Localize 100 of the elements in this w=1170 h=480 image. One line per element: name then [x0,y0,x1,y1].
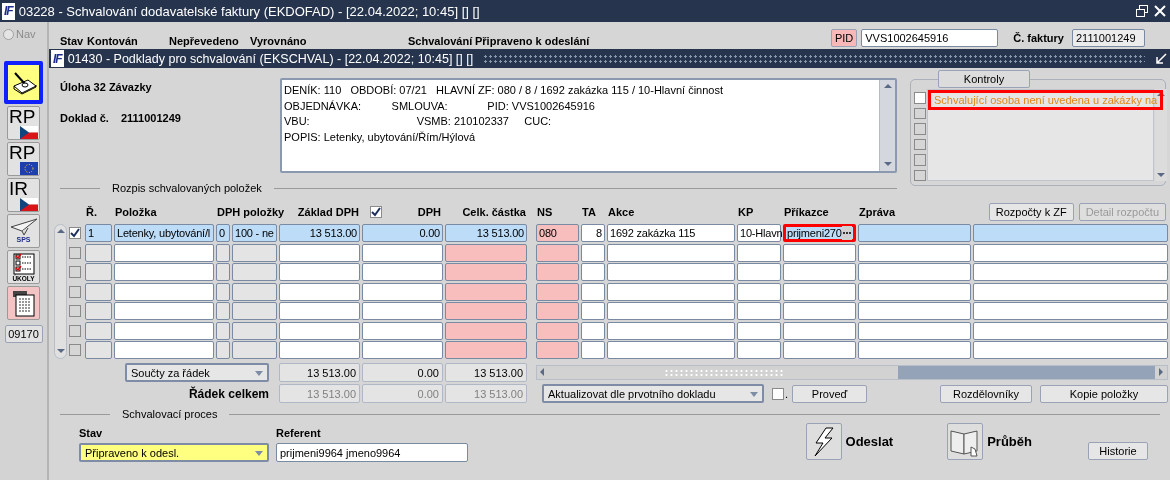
row-checkbox[interactable] [69,266,81,278]
table-cell[interactable] [973,243,1168,262]
info-text-area[interactable]: DENÍK: 110 OBDOBÍ: 07/21 HLAVNÍ ZF: 080 / 8 / 1692 zakázka 115 / 10-Hlavní činnost OBJEDNÁVKA: SMLOUVA: PID: VVS1002645916 VBU: VSMB: 210102337 CUC: POPIS: Letenky, ubytování/Řím/Hýlová [280,78,897,173]
table-cell[interactable] [973,341,1168,359]
table-cell[interactable] [232,282,277,301]
table-cell[interactable] [783,302,856,320]
table-cell[interactable] [581,282,605,301]
distribution-button[interactable]: Rozdělovníky [940,384,1032,403]
table-cell[interactable] [279,321,360,340]
table-cell[interactable] [85,341,112,359]
table-cell[interactable] [362,282,443,301]
table-cell[interactable]: Letenky, ubytování/l [114,224,214,242]
table-cell[interactable] [607,321,735,340]
table-cell[interactable] [973,282,1168,301]
row-checkbox[interactable] [69,246,81,259]
table-cell[interactable] [536,341,579,359]
table-cell[interactable] [607,243,735,262]
table-cell[interactable] [279,282,360,301]
scrollbar[interactable] [1155,89,1168,181]
table-cell[interactable] [216,321,230,340]
table-cell[interactable] [445,243,527,262]
table-cell[interactable] [216,341,230,359]
table-cell[interactable] [114,282,214,301]
referent-field[interactable]: prijmeni9964 jmeno9964 [276,443,468,462]
table-cell[interactable]: 0.00 [362,224,443,242]
update-checkbox[interactable] [772,387,784,400]
table-cell[interactable] [581,341,605,359]
table-cell[interactable] [362,321,443,340]
table-cell[interactable]: 1 [85,224,112,242]
table-cell[interactable] [536,321,579,340]
table-cell[interactable] [445,282,527,301]
table-cell[interactable] [85,243,112,262]
table-cell[interactable] [85,263,112,281]
table-cell[interactable] [581,302,605,320]
table-scrollbar[interactable] [54,224,67,359]
table-cell[interactable] [737,321,781,340]
table-cell[interactable] [581,263,605,281]
code-button[interactable]: 09170 [4,325,43,343]
stav-select[interactable]: Připraveno k odesl. [79,443,269,462]
table-cell[interactable] [279,302,360,320]
table-cell[interactable] [536,282,579,301]
table-cell[interactable] [737,243,781,262]
minimize-icon[interactable] [1155,52,1167,65]
table-cell[interactable] [783,341,856,359]
table-cell[interactable] [362,341,443,359]
table-cell[interactable]: 13 513.00 [445,224,527,242]
table-cell[interactable] [607,341,735,359]
table-cell[interactable] [445,302,527,320]
table-cell[interactable] [973,321,1168,340]
toolbar-button[interactable]: RP [7,106,40,140]
table-cell[interactable] [858,263,971,281]
table-cell[interactable] [783,243,856,262]
table-cell[interactable] [445,341,527,359]
toolbar-button[interactable]: RP [7,142,40,176]
table-cell[interactable] [858,341,971,359]
table-cell[interactable]: 1692 zakázka 115 [607,224,735,242]
table-cell[interactable] [973,302,1168,320]
table-cell[interactable] [232,321,277,340]
table-cell[interactable] [114,321,214,340]
table-cell[interactable] [216,243,230,262]
table-cell[interactable] [445,321,527,340]
table-cell[interactable] [858,321,971,340]
table-cell[interactable] [114,302,214,320]
table-cell[interactable] [858,302,971,320]
update-select[interactable]: Aktualizovat dle prvotního dokladu [542,384,764,403]
table-cell[interactable] [362,243,443,262]
totals-select[interactable]: Součty za řádek [125,363,269,382]
table-cell[interactable]: 13 513.00 [279,224,360,242]
toolbar-button[interactable]: IR [7,178,40,212]
pid-field[interactable]: VVS1002645916 [861,28,999,47]
table-cell[interactable] [85,321,112,340]
table-cell[interactable] [737,263,781,281]
table-cell[interactable] [858,243,971,262]
table-cell[interactable] [737,341,781,359]
row-checkbox[interactable] [69,305,81,317]
ellipsis-icon[interactable] [841,226,852,240]
copy-item-button[interactable]: Kopie položky [1040,384,1168,403]
table-cell[interactable] [362,302,443,320]
table-cell[interactable]: prijmeni270 [783,224,856,242]
invoice-field[interactable]: 2111001249 [1072,28,1145,47]
checkbox[interactable] [914,92,926,104]
header-checkbox[interactable] [370,206,382,218]
table-cell[interactable] [279,243,360,262]
run-button[interactable]: Proveď [792,384,868,403]
table-cell[interactable] [85,282,112,301]
row-checkbox[interactable] [69,227,81,239]
table-cell[interactable] [607,282,735,301]
table-cell[interactable]: 10-Hlavn [737,224,781,242]
table-cell[interactable]: 8 [581,224,605,242]
kontroly-tab[interactable]: Kontroly [938,70,1030,88]
table-cell[interactable] [85,302,112,320]
toolbar-button[interactable] [4,61,43,104]
close-icon[interactable] [1154,5,1166,17]
table-cell[interactable] [232,341,277,359]
table-cell[interactable] [279,263,360,281]
table-cell[interactable] [279,341,360,359]
table-cell[interactable] [362,263,443,281]
table-cell[interactable] [581,321,605,340]
table-cell[interactable] [783,263,856,281]
table-cell[interactable] [536,243,579,262]
